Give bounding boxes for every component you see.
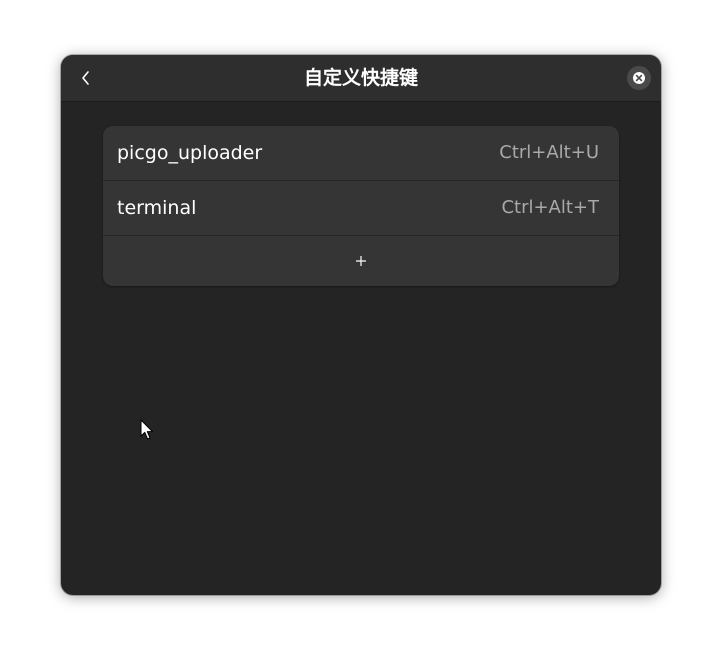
shortcut-row-picgo-uploader[interactable]: picgo_uploader Ctrl+Alt+U: [103, 126, 619, 181]
shortcut-accelerator: Ctrl+Alt+U: [499, 142, 599, 163]
close-icon: [633, 72, 645, 84]
dialog-title: 自定义快捷键: [303, 67, 418, 89]
custom-shortcuts-dialog: 自定义快捷键 picgo_uploader Ctrl+Alt+U termina…: [61, 55, 661, 595]
header-bar: 自定义快捷键: [61, 55, 661, 102]
close-button[interactable]: [627, 66, 651, 90]
mouse-pointer-icon: [140, 419, 153, 440]
shortcut-list: picgo_uploader Ctrl+Alt+U terminal Ctrl+…: [103, 126, 619, 286]
shortcut-row-terminal[interactable]: terminal Ctrl+Alt+T: [103, 181, 619, 236]
shortcut-name: picgo_uploader: [117, 142, 263, 164]
shortcut-name: terminal: [117, 197, 197, 219]
add-shortcut-button[interactable]: [103, 236, 619, 286]
shortcut-accelerator: Ctrl+Alt+T: [501, 197, 599, 218]
plus-icon: [356, 256, 366, 266]
